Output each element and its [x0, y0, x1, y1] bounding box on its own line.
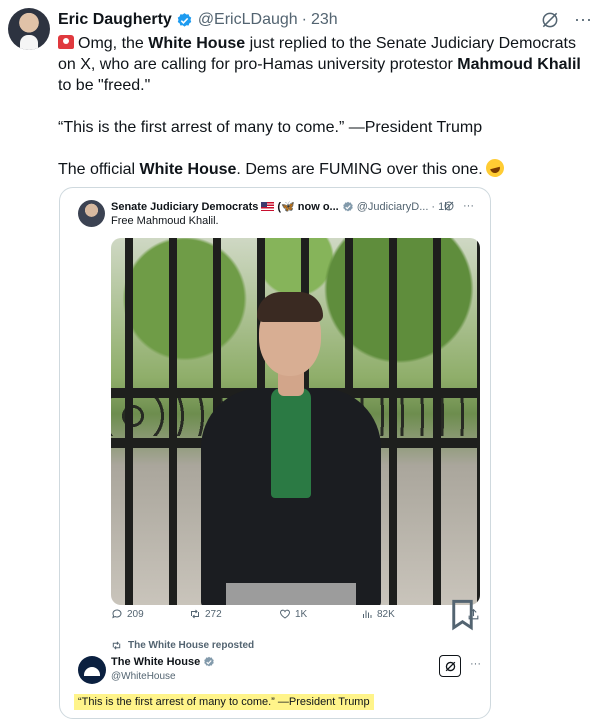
text-segment: The official [58, 161, 140, 178]
white-house-avatar[interactable] [78, 656, 106, 684]
separator-dot: · [301, 11, 307, 28]
text-segment: . Dems are FUMING over this one. [236, 161, 483, 178]
repost-count: 272 [205, 608, 222, 620]
tweet-paragraph-3: The official White House. Dems are FUMIN… [58, 156, 588, 180]
photo-person-pants [226, 583, 356, 605]
header-actions: ··· [540, 9, 592, 30]
grok-icon[interactable] [443, 200, 455, 212]
white-house-handle[interactable]: @WhiteHouse [111, 671, 176, 682]
quoted-tweet-header: Senate Judiciary Democrats (🦋 now o... @… [111, 200, 450, 214]
like-button[interactable]: 1K [279, 608, 307, 620]
repost-icon [191, 609, 199, 619]
share-icon[interactable] [467, 608, 480, 621]
quoted-author-handle[interactable]: @JudiciaryD... [357, 201, 429, 213]
tweet-photo[interactable] [111, 238, 480, 605]
text-segment: Omg, the [78, 35, 149, 52]
like-count: 1K [295, 608, 308, 620]
author-handle[interactable]: @EricLDaugh [198, 11, 298, 29]
quoted-author-name[interactable]: Senate Judiciary Democrats [111, 201, 258, 213]
grok-icon [445, 661, 455, 671]
reposted-indicator: The White House reposted [111, 640, 254, 651]
quoted-tweet-actions: ··· [443, 200, 474, 212]
white-house-reply-text: “This is the first arrest of many to com… [74, 694, 374, 710]
white-house-name-row: The White House [111, 656, 218, 668]
separator-dot: · [431, 200, 436, 213]
white-house-name[interactable]: The White House [111, 656, 200, 668]
laughing-emoji-icon [483, 156, 506, 180]
author-avatar[interactable] [8, 8, 50, 50]
tweet-header: Eric Daugherty @EricLDaugh · 23h [58, 9, 338, 31]
view-count: 82K [377, 608, 395, 620]
bold-mahmoud-khalil: Mahmoud Khalil [457, 56, 581, 73]
quoted-tweet-text: Free Mahmoud Khalil. [111, 215, 219, 227]
quoted-author-avatar[interactable] [78, 200, 105, 227]
author-name[interactable]: Eric Daugherty [58, 11, 172, 29]
grok-button[interactable] [439, 655, 461, 677]
quoted-author-name-suffix: (🦋 now o... [277, 201, 339, 213]
reply-button[interactable]: 209 [111, 608, 144, 620]
tweet-paragraph-1: Omg, the White House just replied to the… [58, 33, 588, 96]
photo-person-hair [257, 292, 323, 322]
gray-verified-badge-icon [204, 656, 214, 667]
reply-count: 209 [127, 608, 144, 620]
verified-badge-icon [177, 12, 192, 27]
gray-verified-badge-icon [342, 201, 353, 211]
photo-person-shirt [271, 388, 311, 498]
more-options-icon[interactable]: ··· [470, 658, 481, 670]
heart-icon [280, 609, 290, 619]
more-options-icon[interactable]: ··· [463, 200, 474, 212]
analytics-icon [363, 610, 372, 618]
tweet-paragraph-2: “This is the first arrest of many to com… [58, 119, 483, 136]
views-button[interactable]: 82K [361, 608, 395, 620]
reposted-label[interactable]: The White House reposted [128, 640, 254, 651]
text-segment: to be "freed." [58, 77, 151, 94]
quoted-tweet-card[interactable]: Senate Judiciary Democrats (🦋 now o... @… [59, 187, 491, 719]
siren-emoji-icon [58, 35, 74, 49]
tweet-timestamp[interactable]: 23h [311, 11, 338, 29]
grok-icon[interactable] [540, 10, 560, 30]
tweet-text: Omg, the White House just replied to the… [58, 33, 588, 201]
repost-button[interactable]: 272 [189, 608, 222, 620]
more-options-icon[interactable]: ··· [574, 9, 592, 30]
reply-icon [112, 609, 122, 619]
bold-white-house: White House [148, 35, 246, 52]
repost-icon [112, 641, 121, 650]
bold-white-house: White House [139, 161, 237, 178]
us-flag-icon [261, 202, 275, 211]
